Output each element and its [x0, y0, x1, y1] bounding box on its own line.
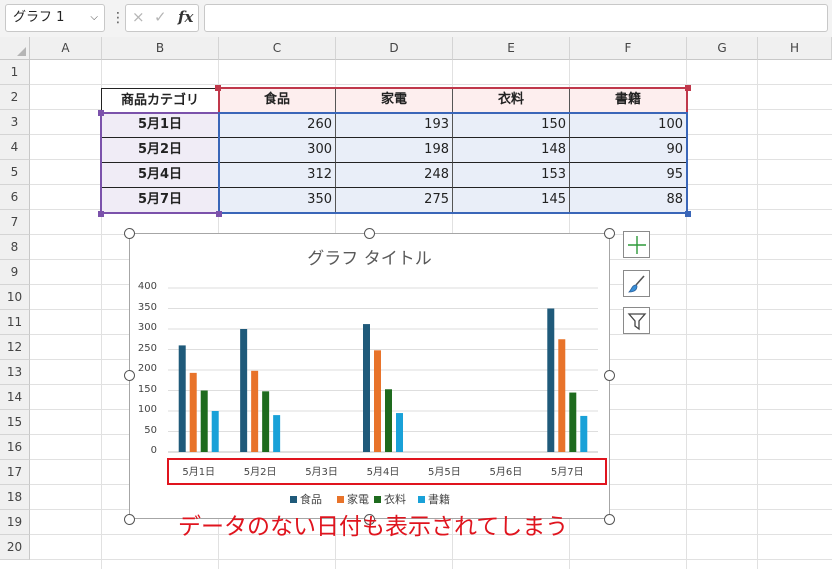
chart-elements-icon: [628, 236, 646, 254]
chart-styles-icon: [628, 275, 645, 293]
annotation-text: データのない日付も表示されてしまう: [178, 514, 569, 540]
bar-家電-5月2日[interactable]: [251, 370, 259, 452]
legend-swatch: [337, 496, 344, 503]
bar-家電-5月7日[interactable]: [558, 339, 566, 452]
chart-resize-handle[interactable]: [124, 370, 135, 381]
chart-resize-handle[interactable]: [604, 228, 615, 239]
legend-item[interactable]: 書籍: [418, 491, 450, 507]
chart-styles-button[interactable]: [623, 270, 650, 297]
legend-label: 家電: [347, 493, 369, 506]
bar-書籍-5月7日[interactable]: [580, 415, 588, 452]
bar-衣料-5月1日[interactable]: [200, 390, 208, 453]
legend-swatch: [418, 496, 425, 503]
bar-衣料-5月2日[interactable]: [262, 391, 270, 452]
legend-label: 書籍: [428, 493, 450, 506]
bar-食品-5月4日[interactable]: [363, 324, 370, 452]
legend-item[interactable]: 家電: [337, 491, 369, 507]
chart-resize-handle[interactable]: [364, 228, 375, 239]
chart-filters-icon: [627, 313, 647, 331]
chart-elements-button[interactable]: [623, 231, 650, 258]
annotation-highlight-box: [167, 458, 607, 485]
bar-書籍-5月4日[interactable]: [396, 413, 403, 452]
bar-衣料-5月4日[interactable]: [385, 389, 392, 452]
bar-食品-5月1日[interactable]: [178, 345, 186, 452]
legend-label: 衣料: [384, 493, 406, 506]
chart-resize-handle[interactable]: [604, 514, 615, 525]
legend-item[interactable]: 食品: [290, 491, 322, 507]
legend-label: 食品: [300, 493, 322, 506]
bar-書籍-5月1日[interactable]: [211, 411, 219, 452]
bar-食品-5月2日[interactable]: [240, 329, 248, 452]
legend-item[interactable]: 衣料: [374, 491, 406, 507]
legend-swatch: [374, 496, 381, 503]
bar-食品-5月7日[interactable]: [547, 308, 555, 453]
bar-家電-5月4日[interactable]: [374, 350, 381, 452]
chart-resize-handle[interactable]: [124, 514, 135, 525]
chart-filters-button[interactable]: [623, 307, 650, 334]
chart-resize-handle[interactable]: [604, 370, 615, 381]
chart-resize-handle[interactable]: [124, 228, 135, 239]
bar-家電-5月1日[interactable]: [189, 372, 197, 452]
bar-書籍-5月2日[interactable]: [273, 415, 281, 452]
bar-衣料-5月7日[interactable]: [569, 392, 577, 452]
legend-swatch: [290, 496, 297, 503]
